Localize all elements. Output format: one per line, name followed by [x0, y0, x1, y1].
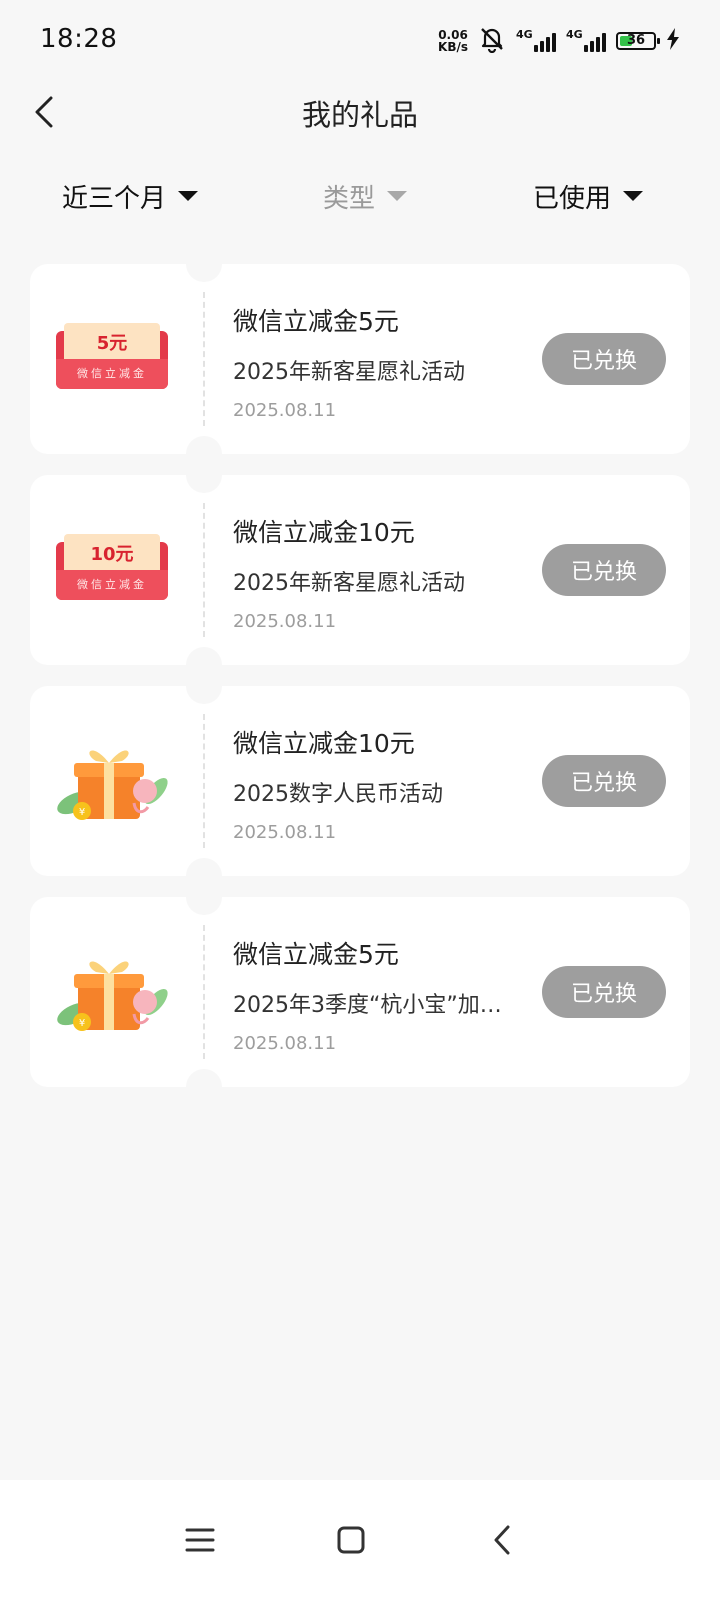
gift-date: 2025.08.11	[233, 1033, 337, 1054]
filter-status-dropdown[interactable]: 已使用	[533, 168, 644, 224]
menu-button[interactable]	[168, 1508, 232, 1572]
card-divider	[203, 714, 205, 848]
status-time: 18:28	[40, 24, 118, 54]
bell-muted-icon	[478, 25, 506, 57]
filter-status-label: 已使用	[533, 183, 612, 214]
filter-type-label: 类型	[323, 183, 376, 214]
coupon-label: 微信立减金	[56, 570, 168, 600]
screen: 18:28 0.06 KB/s 4G 4G 36 我的礼品 近三个月 类型 已使…	[0, 0, 720, 1600]
coupon-icon: 5元 微信立减金	[52, 309, 172, 409]
redeemed-button[interactable]: 已兑换	[542, 755, 666, 807]
card-divider	[203, 925, 205, 1059]
system-navigation-bar	[0, 1480, 720, 1600]
coupon-amount: 5元	[64, 323, 160, 363]
coupon-amount: 10元	[64, 534, 160, 574]
gift-info: 微信立减金5元 2025年新客星愿礼活动 2025.08.11	[233, 302, 523, 421]
home-button[interactable]	[319, 1508, 383, 1572]
filter-type-dropdown[interactable]: 类型	[323, 168, 408, 224]
status-bar: 18:28 0.06 KB/s 4G 4G 36	[0, 0, 720, 84]
coupon-icon: 10元 微信立减金	[52, 520, 172, 620]
gift-name: 微信立减金10元	[233, 518, 415, 547]
gift-date: 2025.08.11	[233, 611, 337, 632]
gift-list: 5元 微信立减金 微信立减金5元 2025年新客星愿礼活动 2025.08.11…	[30, 246, 690, 1108]
page-title: 我的礼品	[301, 98, 418, 132]
signal-network-type: 4G	[516, 28, 533, 41]
caret-down-icon	[387, 191, 408, 201]
gift-date: 2025.08.11	[233, 400, 337, 421]
gift-activity: 2025年新客星愿礼活动	[233, 360, 465, 385]
battery-level: 36	[626, 33, 646, 48]
caret-down-icon	[178, 191, 199, 201]
filter-period-label: 近三个月	[62, 183, 167, 214]
gift-card[interactable]: 5元 微信立减金 微信立减金5元 2025年新客星愿礼活动 2025.08.11…	[30, 246, 690, 472]
system-back-button[interactable]	[470, 1508, 534, 1572]
gift-box-icon: ¥	[52, 942, 172, 1042]
gift-card[interactable]: ¥ 微信立减金10元 2025数字人民币活动 2025.08.11 已兑换	[30, 668, 690, 894]
charging-icon	[666, 28, 680, 54]
redeemed-button[interactable]: 已兑换	[542, 966, 666, 1018]
redeemed-button[interactable]: 已兑换	[542, 544, 666, 596]
network-speed-unit: KB/s	[438, 40, 468, 54]
gift-info: 微信立减金10元 2025数字人民币活动 2025.08.11	[233, 724, 523, 843]
card-divider	[203, 503, 205, 637]
gift-activity: 2025年新客星愿礼活动	[233, 571, 465, 596]
battery-icon: 36	[616, 32, 660, 50]
gift-card[interactable]: 10元 微信立减金 微信立减金10元 2025年新客星愿礼活动 2025.08.…	[30, 457, 690, 683]
gift-card[interactable]: ¥ 微信立减金5元 2025年3季度“杭小宝”加微信活动 2025.08.11 …	[30, 879, 690, 1105]
status-icons: 0.06 KB/s 4G 4G 36	[438, 26, 680, 56]
signal-network-type: 4G	[566, 28, 583, 41]
filter-period-dropdown[interactable]: 近三个月	[62, 168, 199, 224]
gift-name: 微信立减金5元	[233, 940, 399, 969]
gift-info: 微信立减金10元 2025年新客星愿礼活动 2025.08.11	[233, 513, 523, 632]
signal-strength-icon: 4G	[516, 28, 556, 52]
gift-name: 微信立减金10元	[233, 729, 415, 758]
gift-info: 微信立减金5元 2025年3季度“杭小宝”加微信活动 2025.08.11	[233, 935, 523, 1054]
gift-activity: 2025年3季度“杭小宝”加微信活动	[233, 993, 523, 1018]
filter-bar: 近三个月 类型 已使用	[0, 168, 720, 224]
coupon-label: 微信立减金	[56, 359, 168, 389]
signal-strength-icon: 4G	[566, 28, 606, 52]
header: 我的礼品	[0, 84, 720, 142]
square-icon	[337, 1526, 365, 1554]
gift-box-icon: ¥	[52, 731, 172, 831]
network-speed: 0.06 KB/s	[438, 29, 468, 53]
chevron-left-icon	[494, 1525, 510, 1555]
gift-name: 微信立减金5元	[233, 307, 399, 336]
gift-activity: 2025数字人民币活动	[233, 782, 443, 807]
menu-icon	[185, 1528, 215, 1552]
svg-text:¥: ¥	[79, 807, 85, 818]
card-divider	[203, 292, 205, 426]
caret-down-icon	[623, 191, 644, 201]
gift-date: 2025.08.11	[233, 822, 337, 843]
svg-text:¥: ¥	[79, 1018, 85, 1029]
redeemed-button[interactable]: 已兑换	[542, 333, 666, 385]
